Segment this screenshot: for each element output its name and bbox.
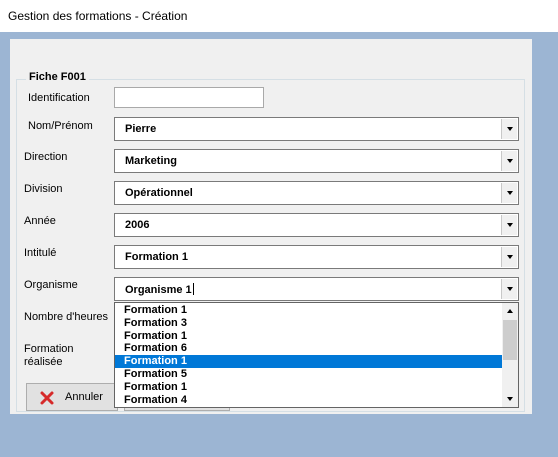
organisme-value: Organisme 1 [125,284,192,296]
intitule-combo[interactable]: Formation 1 [114,245,519,269]
dropdown-item[interactable]: Formation 6 [115,342,503,355]
groupbox-label: Fiche F001 [26,71,89,83]
organisme-dropdown-button[interactable] [501,279,517,299]
dropdown-item[interactable]: Formation 1 [115,304,503,317]
intitule-dropdown-button[interactable] [501,247,517,267]
nom-prenom-value: Pierre [125,123,157,135]
identification-label: Identification [28,92,90,104]
dropdown-item[interactable]: Formation 1 [115,381,503,394]
dropdown-item[interactable]: Formation 5 [115,368,503,381]
scroll-up-icon [507,309,513,313]
intitule-label: Intitulé [24,247,57,259]
red-x-icon [40,391,54,405]
nom-prenom-combo[interactable]: Pierre [114,117,519,141]
division-dropdown-button[interactable] [501,183,517,203]
division-combo[interactable]: Opérationnel [114,181,519,205]
dropdown-item[interactable]: Formation 4 [115,394,503,407]
division-value: Opérationnel [125,187,193,199]
dropdown-item[interactable]: Formation 1 [115,355,503,369]
organisme-label: Organisme [24,279,78,291]
scroll-down-button[interactable] [502,391,518,407]
intitule-value: Formation 1 [125,251,188,263]
scroll-up-button[interactable] [502,303,518,319]
identification-input[interactable] [114,87,264,108]
dropdown-item[interactable]: Formation 1 [115,330,503,343]
annuler-button[interactable]: Annuler [26,383,118,411]
organisme-value-wrap: Organisme 1 [125,283,194,296]
direction-value: Marketing [125,155,177,167]
scrollbar-thumb[interactable] [503,320,517,360]
direction-label: Direction [24,151,68,163]
organisme-combo[interactable]: Organisme 1 [114,277,519,301]
scroll-down-icon [507,397,513,401]
chevron-down-icon [506,223,513,227]
chevron-down-icon [506,127,513,131]
nom-prenom-dropdown-button[interactable] [501,119,517,139]
window-title: Gestion des formations - Création [8,9,188,23]
text-caret [192,283,194,295]
formation-realisee-label-line2: réalisée [24,356,63,368]
annee-label: Année [24,215,56,227]
annee-value: 2006 [125,219,150,231]
nom-prenom-label: Nom/Prénom [28,120,93,132]
nombre-heures-label: Nombre d'heures [24,311,109,323]
chevron-down-icon [506,159,513,163]
chevron-down-icon [506,255,513,259]
direction-combo[interactable]: Marketing [114,149,519,173]
title-bar: Gestion des formations - Création [0,0,558,32]
division-label: Division [24,183,63,195]
formation-realisee-label-line1: Formation [24,343,74,355]
intitule-dropdown-list[interactable]: Formation 1 Formation 3 Formation 1 Formati… [114,302,519,408]
dropdown-item[interactable]: Formation 3 [115,317,503,330]
annee-dropdown-button[interactable] [501,215,517,235]
chevron-down-icon [506,287,513,291]
annee-combo[interactable]: 2006 [114,213,519,237]
dropdown-scrollbar[interactable] [502,303,518,407]
annuler-label: Annuler [65,391,103,403]
chevron-down-icon [506,191,513,195]
direction-dropdown-button[interactable] [501,151,517,171]
